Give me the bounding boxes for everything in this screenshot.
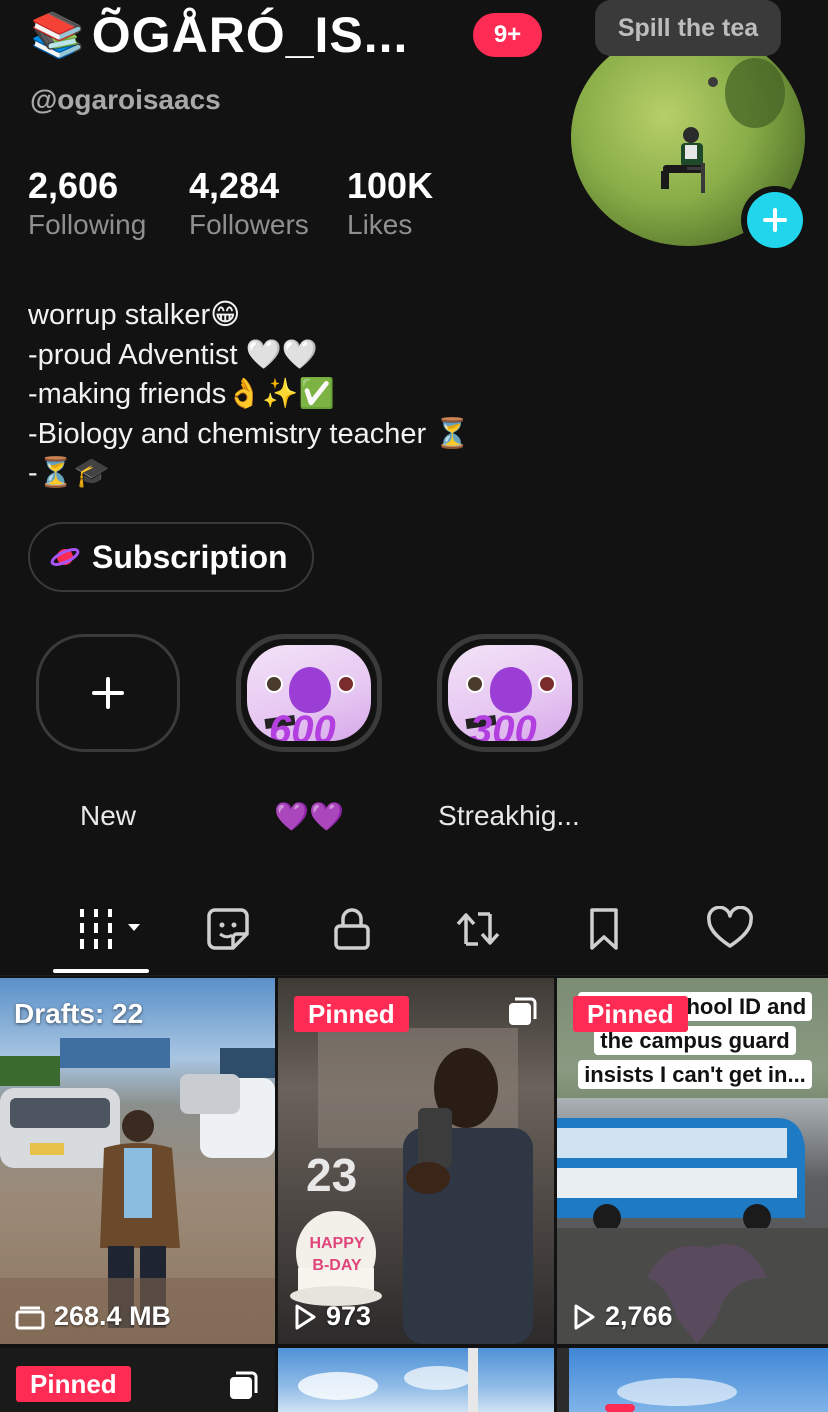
note-bubble[interactable]: Spill the tea: [595, 0, 781, 56]
sticker-icon: [207, 908, 249, 950]
stat-likes[interactable]: 100K Likes: [347, 165, 433, 241]
add-story-button[interactable]: [741, 186, 809, 254]
play-icon: [574, 1304, 595, 1329]
highlight-label: 💜💜: [274, 801, 344, 832]
display-name-text: ÕGÅRÓ_IS...: [91, 7, 409, 63]
plus-icon: [92, 677, 124, 709]
video-thumbnail-pinned[interactable]: Pinned: [0, 1348, 275, 1412]
view-count: 2,766: [571, 1301, 673, 1332]
multi-photo-icon: [230, 1371, 258, 1399]
repost-icon: [456, 912, 500, 946]
display-name: 📚 ÕGÅRÓ_IS...: [30, 6, 408, 64]
likes-count: 100K: [347, 165, 434, 206]
video-thumbnail[interactable]: [557, 1348, 828, 1412]
stat-following[interactable]: 2,606 Following: [28, 165, 146, 241]
tab-reposts[interactable]: [450, 904, 506, 954]
following-count: 2,606: [28, 165, 119, 206]
pinned-badge: Pinned: [16, 1366, 131, 1402]
video-thumbnail-pinned[interactable]: got my school ID and the campus guard in…: [557, 978, 828, 1344]
subscription-button[interactable]: Subscription: [28, 522, 314, 592]
view-count-text: 2,766: [605, 1301, 673, 1331]
likes-label: Likes: [347, 209, 413, 240]
grid-bars-icon: [80, 909, 140, 949]
username-handle: @ogaroisaacs: [30, 84, 221, 115]
overlay-number: 23: [306, 1149, 358, 1201]
avatar-person-illustration: [661, 127, 705, 193]
active-tab-indicator: [53, 969, 149, 973]
highlight-label: Streakhig...: [438, 800, 580, 831]
profile-bio: worrup stalker😁 -proud Adventist 🤍🤍 -mak…: [28, 296, 470, 494]
video-thumbnail-pinned[interactable]: 23 HAPPY B-DAY Pinned 973: [278, 978, 554, 1344]
followers-count: 4,284: [189, 165, 280, 206]
highlight-item[interactable]: 600: [236, 634, 382, 752]
bio-line: -Biology and chemistry teacher ⏳: [28, 417, 471, 450]
highlight-number: 600: [269, 708, 336, 741]
video-thumbnail[interactable]: [278, 1348, 554, 1412]
following-label: Following: [28, 209, 147, 240]
highlight-new-button[interactable]: [36, 634, 180, 752]
stat-followers[interactable]: 4,284 Followers: [189, 165, 309, 241]
planet-icon: [50, 548, 80, 566]
books-emoji: 📚: [30, 10, 86, 61]
thumbnail-scene: [0, 1038, 275, 1344]
stack-icon: [15, 1306, 45, 1329]
note-bubble-tail: [708, 77, 718, 87]
multi-photo-icon: [509, 997, 537, 1025]
highlight-item[interactable]: 300: [437, 634, 583, 752]
tab-favorites[interactable]: [200, 904, 256, 954]
play-icon: [295, 1304, 316, 1329]
bio-line: -making friends👌✨✅: [28, 378, 335, 410]
mascot-icon: [490, 667, 532, 713]
thumbnail-scene: [557, 1348, 737, 1412]
heart-icon: [707, 906, 753, 948]
plus-icon: [763, 208, 787, 232]
view-count: 973: [292, 1301, 371, 1332]
pinned-badge: Pinned: [573, 996, 688, 1032]
highlight-label: New: [79, 800, 136, 831]
bookmark-icon: [590, 908, 618, 950]
drafts-count: Drafts: 22: [14, 998, 144, 1029]
view-count-text: 973: [326, 1301, 372, 1331]
draft-size: 268.4 MB: [14, 1301, 171, 1332]
subscription-label: Subscription: [92, 538, 288, 575]
bio-line: -proud Adventist 🤍🤍: [28, 338, 318, 371]
pinned-badge: Pinned: [294, 996, 409, 1032]
tab-videos[interactable]: [74, 904, 148, 954]
lock-icon: [334, 908, 370, 950]
tab-divider: [0, 975, 828, 976]
thumbnail-scene: [298, 1348, 478, 1412]
bio-line: -⏳🎓: [28, 457, 110, 489]
cake-text: HAPPY B-DAY: [309, 1235, 365, 1274]
mascot-icon: [289, 667, 331, 713]
followers-label: Followers: [189, 209, 309, 240]
tab-private[interactable]: [324, 904, 380, 954]
highlight-number: 300: [470, 708, 537, 741]
notification-badge[interactable]: 9+: [473, 13, 542, 57]
bio-line: worrup stalker😁: [28, 299, 241, 331]
video-thumbnail-drafts[interactable]: Drafts: 22 268.4 MB: [0, 978, 275, 1344]
tab-liked[interactable]: [702, 904, 758, 954]
draft-size-text: 268.4 MB: [54, 1301, 172, 1331]
tab-saved[interactable]: [576, 904, 632, 954]
